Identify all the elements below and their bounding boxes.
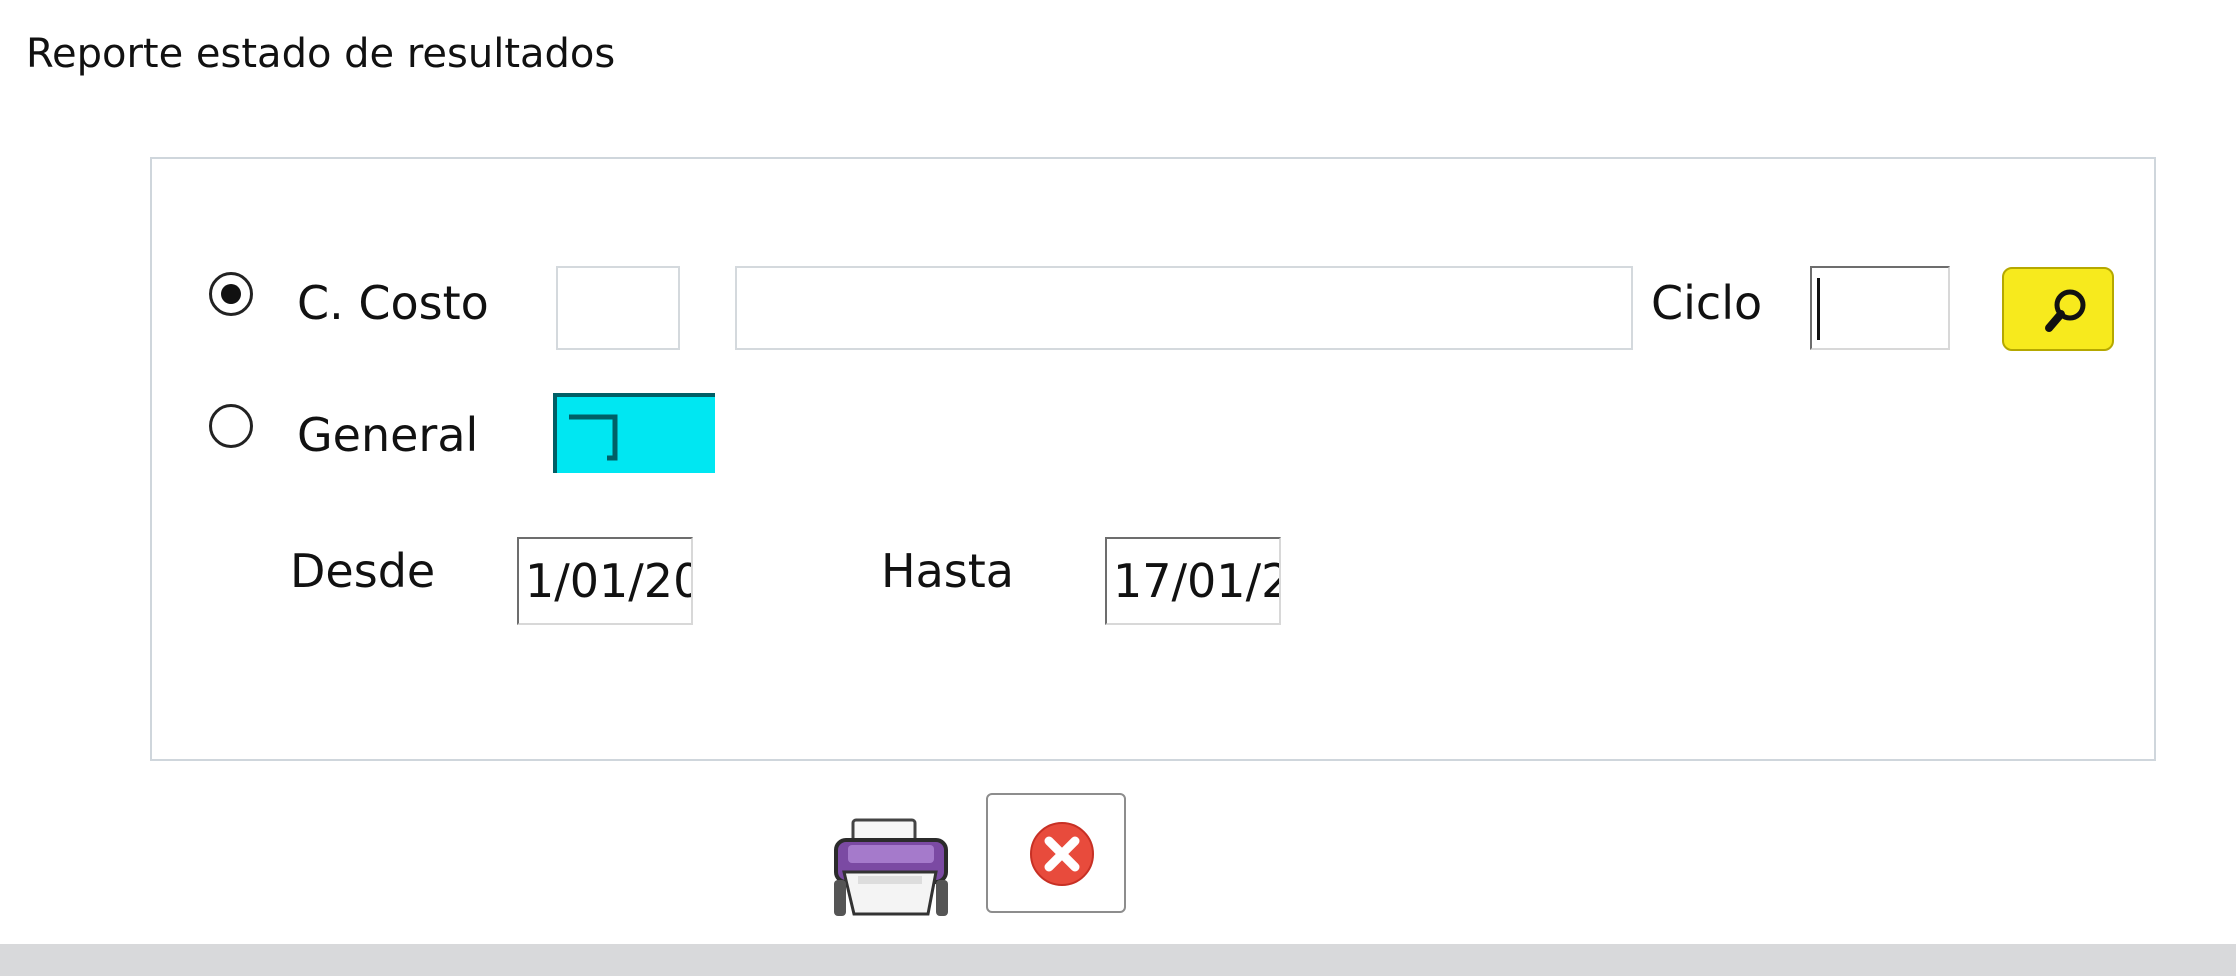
cycle-input[interactable] xyxy=(1810,266,1950,350)
close-circle-icon xyxy=(1030,822,1094,886)
general-selection-indicator[interactable] xyxy=(553,393,715,473)
cost-center-code-input[interactable] xyxy=(556,266,680,350)
date-to-input[interactable]: 17/01/2024 xyxy=(1105,537,1281,625)
report-filter-panel: C. Costo Ciclo General Desde 1/01/2024 H… xyxy=(150,157,2156,761)
date-to-label: Hasta xyxy=(881,544,1014,598)
window-title: Reporte estado de resultados xyxy=(26,31,616,77)
search-icon xyxy=(2045,289,2086,332)
cost-center-name-input[interactable] xyxy=(735,266,1633,350)
close-button[interactable] xyxy=(986,793,1126,913)
indicator-mark-icon xyxy=(569,414,618,461)
date-from-label: Desde xyxy=(290,544,436,598)
general-radio[interactable] xyxy=(209,404,253,448)
cost-center-radio[interactable] xyxy=(209,272,253,316)
cost-center-label: C. Costo xyxy=(297,276,489,330)
date-from-input[interactable]: 1/01/2024 xyxy=(517,537,693,625)
general-label: General xyxy=(297,408,479,462)
cycle-label: Ciclo xyxy=(1651,276,1763,330)
window-bottom-strip xyxy=(0,944,2236,976)
printer-icon xyxy=(834,818,948,916)
search-button[interactable] xyxy=(2002,267,2114,351)
text-cursor xyxy=(1817,278,1820,340)
print-button[interactable] xyxy=(830,818,958,920)
